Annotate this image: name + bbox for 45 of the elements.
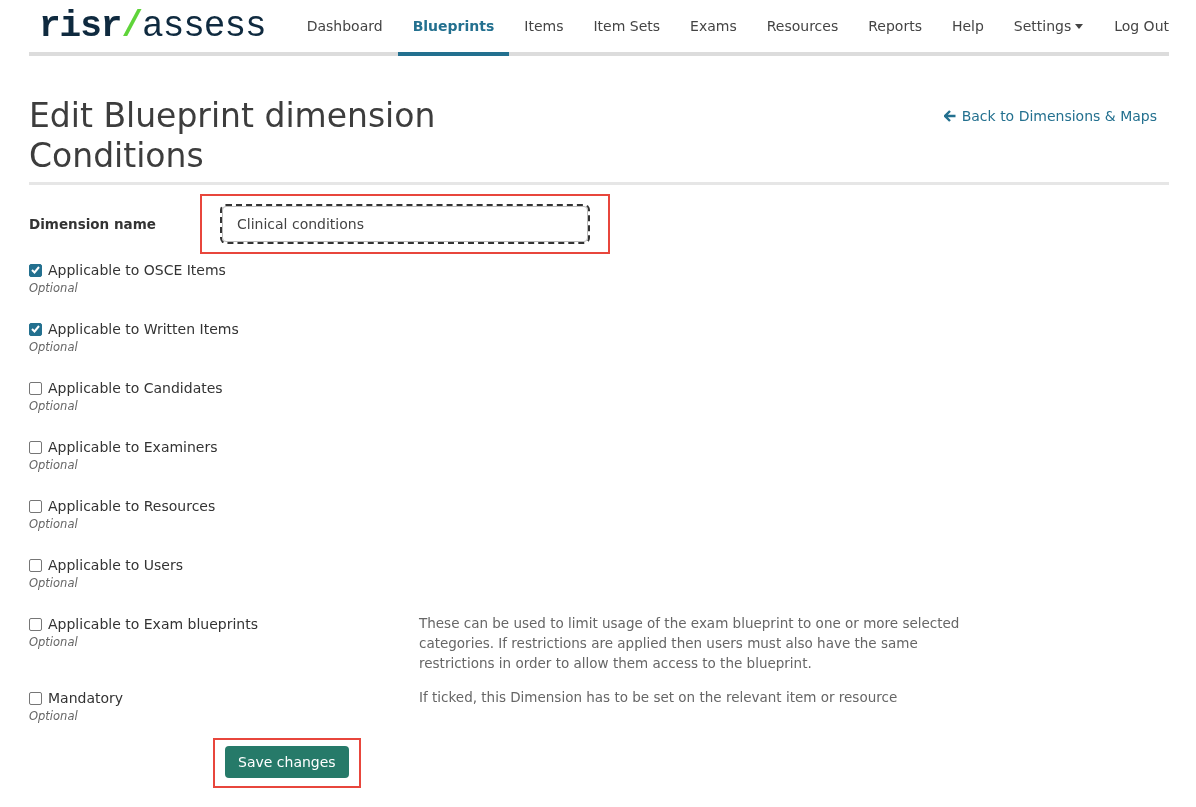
nav-tab[interactable]: Blueprints bbox=[397, 0, 510, 56]
optional-hint: Optional bbox=[29, 399, 79, 413]
nav-tab[interactable]: Help bbox=[936, 0, 999, 56]
nav-tab[interactable]: Exams bbox=[675, 0, 752, 56]
checkbox[interactable] bbox=[29, 263, 42, 277]
checkbox-label[interactable]: Applicable to Written Items bbox=[48, 321, 239, 337]
nav-tab[interactable]: Dashboard bbox=[291, 0, 398, 56]
optional-hint: Optional bbox=[29, 635, 79, 649]
help-text: These can be used to limit usage of the exam blueprint to one or more selected categories. If restrictions are applied then users must also have the same restrictions in order to allow them access to the blueprint. bbox=[419, 614, 961, 673]
checkbox-label[interactable]: Applicable to Exam blueprints bbox=[48, 616, 258, 632]
checkbox[interactable] bbox=[29, 691, 42, 705]
checkbox-label[interactable]: Applicable to Candidates bbox=[48, 380, 223, 396]
nav-tab[interactable]: Resources bbox=[751, 0, 854, 56]
checkbox[interactable] bbox=[29, 499, 42, 513]
checkbox-label[interactable]: Applicable to Examiners bbox=[48, 439, 218, 455]
page-title: Edit Blueprint dimension bbox=[29, 96, 436, 136]
nav-tab[interactable]: Reports bbox=[853, 0, 937, 56]
nav-tab[interactable]: Settings bbox=[998, 0, 1099, 56]
checkbox[interactable] bbox=[29, 617, 42, 631]
checkbox-label[interactable]: Applicable to Users bbox=[48, 557, 183, 573]
optional-hint: Optional bbox=[29, 709, 79, 723]
nav-tab[interactable]: Items bbox=[509, 0, 579, 56]
checkbox[interactable] bbox=[29, 558, 42, 572]
field-label: Dimension name bbox=[29, 216, 157, 232]
dimension-title: Conditions bbox=[29, 136, 204, 176]
checkbox[interactable] bbox=[29, 322, 42, 336]
arrow-left-icon bbox=[943, 110, 956, 122]
checkbox-label[interactable]: Applicable to Resources bbox=[48, 498, 216, 514]
help-text: If ticked, this Dimension has to be set on the relevant item or resource bbox=[419, 688, 899, 707]
optional-hint: Optional bbox=[29, 576, 79, 590]
caret-icon bbox=[1075, 23, 1084, 29]
checkbox-label[interactable]: Applicable to OSCE Items bbox=[48, 262, 226, 278]
nav-tab[interactable]: Item Sets bbox=[578, 0, 676, 56]
optional-hint: Optional bbox=[29, 458, 79, 472]
checkbox[interactable] bbox=[29, 381, 42, 395]
optional-hint: Optional bbox=[29, 281, 79, 295]
checkbox[interactable] bbox=[29, 440, 42, 454]
optional-hint: Optional bbox=[29, 517, 79, 531]
checkbox-label[interactable]: Mandatory bbox=[48, 690, 124, 706]
logo: risr/assess bbox=[39, 4, 266, 49]
dimension-name-input[interactable]: Clinical conditions bbox=[222, 206, 588, 242]
optional-hint: Optional bbox=[29, 340, 79, 354]
logout-link[interactable]: Log Out bbox=[1114, 0, 1169, 52]
save-button[interactable]: Save changes bbox=[225, 746, 349, 778]
back-link[interactable]: Back to Dimensions & Maps bbox=[943, 108, 1157, 124]
